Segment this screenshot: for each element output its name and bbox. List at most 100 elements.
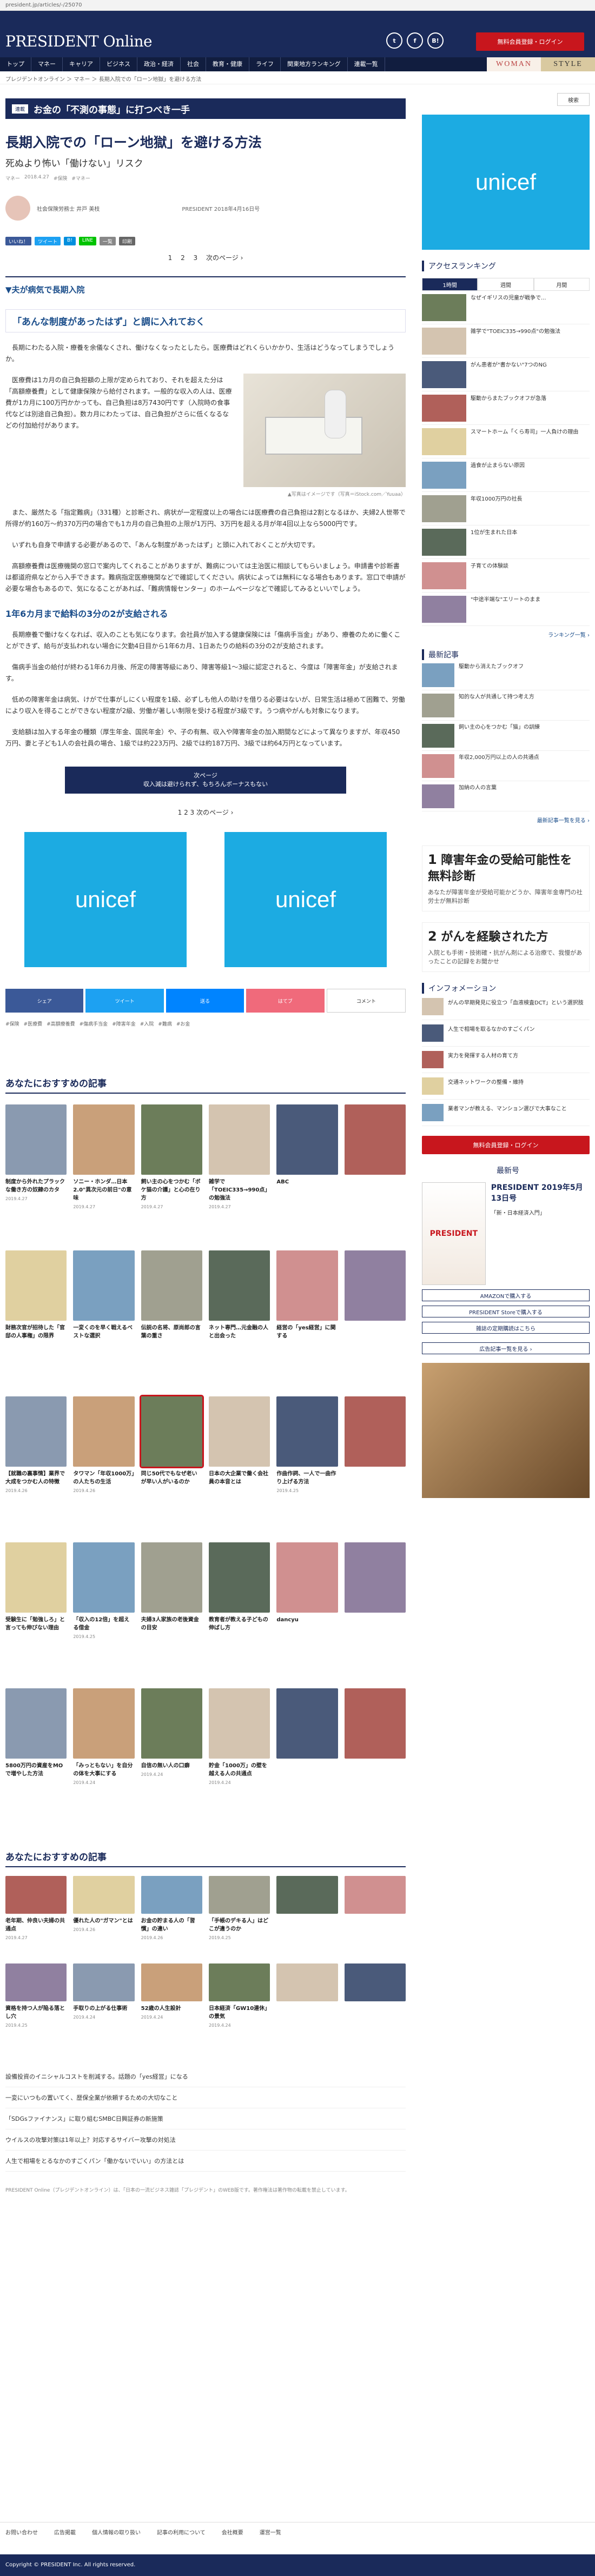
tag[interactable]: #傷病手当金 xyxy=(80,1020,108,1027)
info-item[interactable]: がんの早期発見に役立つ「血液検査DCT」という選択肢 xyxy=(422,994,590,1020)
footer-link[interactable]: お問い合わせ xyxy=(5,2528,38,2536)
tag[interactable]: #医療費 xyxy=(24,1020,43,1027)
footer-link[interactable]: 広告掲載 xyxy=(54,2528,76,2536)
tab-month[interactable]: 月間 xyxy=(533,278,590,291)
footer-link[interactable]: 会社概要 xyxy=(222,2528,243,2536)
recommend-card[interactable]: 52歳の人生設計 2019.4.24 xyxy=(141,1963,202,2045)
card-thumbnail[interactable] xyxy=(209,1688,270,1759)
recommend-card[interactable] xyxy=(276,1688,338,1828)
recommend-card[interactable]: 財務次官が招待した「官邸の人事権」の限界 xyxy=(5,1250,67,1390)
recommend-card[interactable]: 一変くのを早く戦えるベストな選択 xyxy=(73,1250,135,1390)
magazine-issue[interactable]: PRESIDENT 2019年5月13日号 xyxy=(491,1182,590,1204)
ranking-item[interactable]: スマートホーム「くら寿司」一人負けの理由 xyxy=(422,425,590,458)
url-bar[interactable]: president.jp/articles/-/25070 xyxy=(0,0,595,11)
news-item[interactable]: 加納の人の言葉 xyxy=(422,781,590,811)
recommend-card[interactable]: 経営の「yes経営」に関する xyxy=(276,1250,338,1390)
card-thumbnail[interactable] xyxy=(5,1250,67,1321)
recommend-card[interactable] xyxy=(276,1963,338,2045)
card-thumbnail[interactable] xyxy=(5,1542,67,1613)
card-thumbnail[interactable] xyxy=(139,1395,204,1468)
footer-link[interactable]: 記事の利用について xyxy=(157,2528,206,2536)
recommend-card[interactable]: 資格を持つ人が陥る落とし穴 2019.4.25 xyxy=(5,1963,67,2045)
page-2[interactable]: 2 xyxy=(184,809,188,816)
recommend-card[interactable]: ソニー・ホンダ…日本2.0"異次元の前日"の意味 2019.4.27 xyxy=(73,1104,135,1244)
card-thumbnail[interactable] xyxy=(344,1542,406,1613)
ad-articles-button[interactable]: 広告記事一覧を見る › xyxy=(422,1342,590,1354)
nav-life[interactable]: ライフ xyxy=(249,57,281,71)
twitter-icon[interactable]: t xyxy=(386,32,402,49)
recommend-card[interactable]: 【就職の裏事情】業界で大成をつかむ人の特徴 2019.4.26 xyxy=(5,1396,67,1536)
next-page-button[interactable]: 次ページ 収入減は避けられず、もちろんボーナスもない xyxy=(65,767,346,794)
recommend-card[interactable]: 夫婦3人家族の老後資金の目安 xyxy=(141,1542,202,1682)
recommend-card[interactable] xyxy=(276,1876,338,1957)
recommend-card[interactable] xyxy=(344,1396,406,1536)
card-thumbnail[interactable] xyxy=(276,1963,338,2001)
avatar[interactable] xyxy=(5,196,30,221)
info-item[interactable]: 業者マンが教える、マンション選びで大事なこと xyxy=(422,1100,590,1126)
card-thumbnail[interactable] xyxy=(141,1250,202,1321)
tag[interactable]: #お金 xyxy=(176,1020,190,1027)
subscribe-button[interactable]: 雑誌の定期購読はこちら xyxy=(422,1322,590,1334)
magazine-cover[interactable]: PRESIDENT xyxy=(422,1182,486,1285)
info-item[interactable]: 人生で相場を取るなかのすごくパン xyxy=(422,1020,590,1047)
card-thumbnail[interactable] xyxy=(73,1104,135,1175)
recommend-card[interactable]: 作曲作詞、一人で一曲作り上げる方法 2019.4.25 xyxy=(276,1396,338,1536)
footer-link[interactable]: 個人情報の取り扱い xyxy=(92,2528,141,2536)
facebook-icon[interactable]: f xyxy=(407,32,423,49)
recommend-card[interactable]: お金の貯まる人の「習慣」の違い 2019.4.26 xyxy=(141,1876,202,1957)
comment-share[interactable]: コメント xyxy=(326,989,406,1013)
recommend-card[interactable] xyxy=(344,1688,406,1828)
recommend-card[interactable] xyxy=(344,1250,406,1390)
recommend-card[interactable]: 貯金「1000万」の壁を越える人の共通点 2019.4.24 xyxy=(209,1688,270,1828)
ranking-item[interactable]: 雑学で"TOEIC335→990点"の勉強法 xyxy=(422,324,590,358)
facebook-share[interactable]: シェア xyxy=(5,989,84,1013)
card-thumbnail[interactable] xyxy=(344,1688,406,1759)
sponsored-link[interactable]: 「SDGsファイナンス」に取り組むSMBC日興証券の新施策 xyxy=(5,2108,406,2129)
recommend-card[interactable]: 自信の無い人の口癖 2019.4.24 xyxy=(141,1688,202,1828)
recommend-card[interactable]: 「手帳のデキる人」はどこが違うのか 2019.4.25 xyxy=(209,1876,270,1957)
store-button[interactable]: PRESIDENT Storeで購入する xyxy=(422,1306,590,1317)
card-thumbnail[interactable] xyxy=(276,1542,338,1613)
info-item[interactable]: 実力を発揮する人材の育て方 xyxy=(422,1047,590,1073)
card-thumbnail[interactable] xyxy=(209,1396,270,1467)
card-thumbnail[interactable] xyxy=(73,1876,135,1914)
recommend-card[interactable]: 日本の大企業で働く会社員の本音とは xyxy=(209,1396,270,1536)
recommend-card[interactable]: 日本経済「GW10連休」の景気 2019.4.24 xyxy=(209,1963,270,2045)
card-thumbnail[interactable] xyxy=(73,1688,135,1759)
recommend-card[interactable]: 「みっともない」を自分の体を大事にする 2019.4.24 xyxy=(73,1688,135,1828)
card-thumbnail[interactable] xyxy=(141,1688,202,1759)
sponsored-link[interactable]: 人生で相場をとるなかのすごくパン「働かないでいい」の方法とは xyxy=(5,2151,406,2172)
news-item[interactable]: 飼い主の心をつかむ「猫」の訓練 xyxy=(422,721,590,751)
card-thumbnail[interactable] xyxy=(73,1250,135,1321)
nav-society[interactable]: 社会 xyxy=(181,57,206,71)
card-thumbnail[interactable] xyxy=(141,1876,202,1914)
card-thumbnail[interactable] xyxy=(209,1542,270,1613)
breadcrumb[interactable]: プレジデントオンライン ＞ マネー ＞ 長期入院での「ローン地獄」を避ける方法 xyxy=(0,71,595,84)
woman-link[interactable]: WOMAN xyxy=(487,57,541,71)
ranking-item[interactable]: 1位が生まれた日本 xyxy=(422,525,590,559)
tweet-button[interactable]: ツイート xyxy=(35,237,61,245)
card-thumbnail[interactable] xyxy=(344,1250,406,1321)
style-link[interactable]: STYLE xyxy=(541,57,595,71)
card-thumbnail[interactable] xyxy=(5,1396,67,1467)
news-item[interactable]: 年収2,000万円以上の人の共通点 xyxy=(422,751,590,781)
tag[interactable]: #入院 xyxy=(140,1020,154,1027)
unicef-ad[interactable]: unicef xyxy=(24,832,187,967)
pocket-share[interactable]: はてブ xyxy=(246,989,325,1013)
amazon-button[interactable]: AMAZONで購入する xyxy=(422,1289,590,1301)
card-thumbnail[interactable] xyxy=(344,1876,406,1914)
card-thumbnail[interactable] xyxy=(276,1396,338,1467)
recommend-card[interactable] xyxy=(344,1104,406,1244)
unicef-ad[interactable]: unicef xyxy=(422,115,590,250)
tag[interactable]: #障害年金 xyxy=(112,1020,136,1027)
next-page-link[interactable]: 次のページ › xyxy=(196,809,233,816)
card-thumbnail[interactable] xyxy=(5,1963,67,2001)
next-page-link[interactable]: 次のページ › xyxy=(206,254,243,262)
card-thumbnail[interactable] xyxy=(344,1963,406,2001)
card-thumbnail[interactable] xyxy=(209,1250,270,1321)
print-button[interactable]: 印刷 xyxy=(118,237,135,245)
recommend-card[interactable]: 飼い主の心をつかむ「ボケ猫の介護」と心の在り方 2019.4.27 xyxy=(141,1104,202,1244)
recommend-card[interactable]: 「収入の12倍」を超える借金 2019.4.25 xyxy=(73,1542,135,1682)
recommend-card[interactable]: 制度から外れたプラックな働き方の奴隷のカタ 2019.4.27 xyxy=(5,1104,67,1244)
page-1[interactable]: 1 xyxy=(168,254,173,262)
